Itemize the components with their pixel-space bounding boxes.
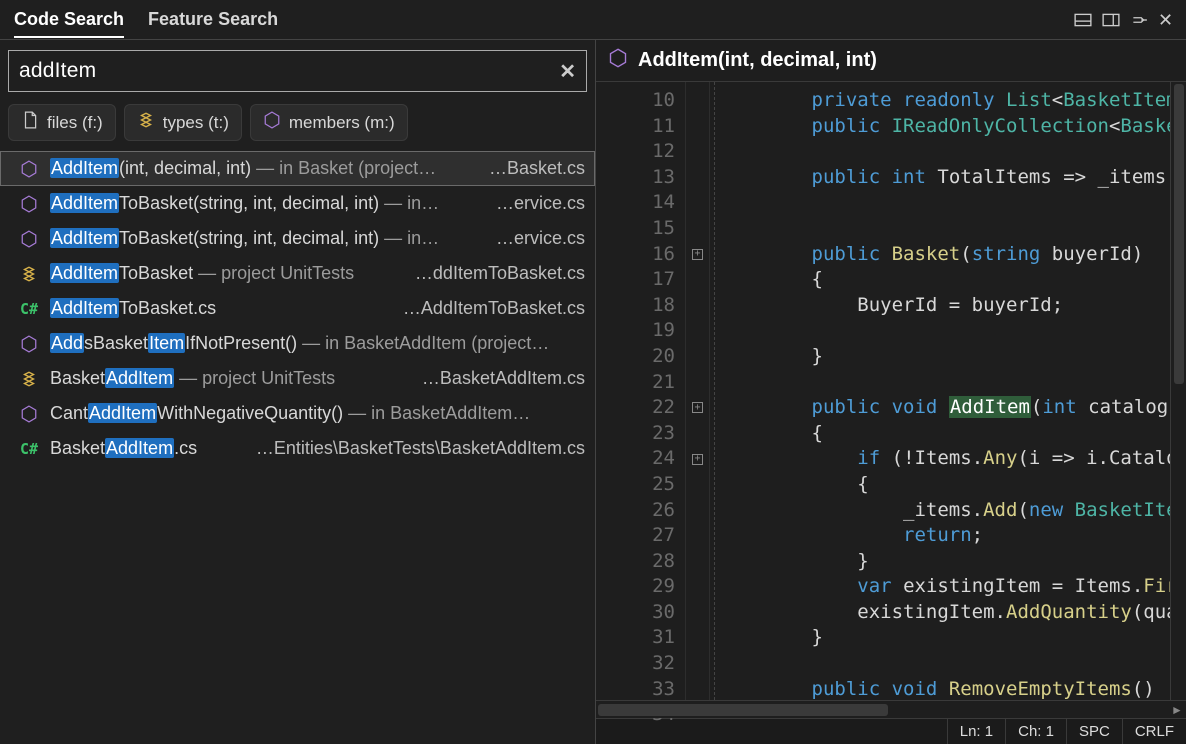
clear-search-icon[interactable]: ✕ xyxy=(549,59,586,84)
result-primary: CantAddItemWithNegativeQuantity() — in B… xyxy=(50,403,585,424)
result-primary: AddItemToBasket — project UnitTests xyxy=(50,263,391,284)
result-secondary: …Basket.cs xyxy=(489,158,585,179)
member-icon xyxy=(18,335,40,353)
member-icon xyxy=(18,405,40,423)
result-primary: AddItemToBasket.cs xyxy=(50,298,379,319)
result-row[interactable]: BasketAddItem — project UnitTests …Basket… xyxy=(0,361,595,396)
status-eol[interactable]: CRLF xyxy=(1122,719,1186,744)
preview-header: AddItem(int, decimal, int) xyxy=(596,40,1186,82)
filter-members-label: members (m:) xyxy=(289,113,395,133)
preview-pane: AddItem(int, decimal, int) 1011121314151… xyxy=(596,40,1186,744)
top-tabs: Code Search Feature Search xyxy=(8,2,278,38)
result-row[interactable]: AddItem(int, decimal, int) — in Basket (… xyxy=(0,151,595,186)
dock-bottom-icon[interactable] xyxy=(1072,9,1094,31)
result-primary: AddItem(int, decimal, int) — in Basket (… xyxy=(50,158,465,179)
main-split: ✕ files (f:) types (t:) members (m:) xyxy=(0,40,1186,744)
horizontal-scrollbar[interactable]: ◄ ► xyxy=(596,700,1186,718)
member-icon xyxy=(18,195,40,213)
filter-types[interactable]: types (t:) xyxy=(124,104,242,141)
result-row[interactable]: C# AddItemToBasket.cs …AddItemToBasket.cs xyxy=(0,291,595,326)
result-row[interactable]: AddItemToBasket(string, int, decimal, in… xyxy=(0,221,595,256)
type-icon xyxy=(137,111,155,134)
line-gutter: 1011121314151617181920212223242526272829… xyxy=(596,82,686,700)
search-input[interactable] xyxy=(9,59,549,83)
fold-toggle[interactable]: + xyxy=(686,395,709,421)
result-secondary: …ervice.cs xyxy=(496,193,585,214)
preview-title: AddItem(int, decimal, int) xyxy=(638,49,877,72)
filter-chips: files (f:) types (t:) members (m:) xyxy=(0,98,595,151)
result-row[interactable]: AddItemToBasket(string, int, decimal, in… xyxy=(0,186,595,221)
cs-icon: C# xyxy=(18,300,40,318)
window-buttons: ✕ xyxy=(1072,9,1178,31)
status-whitespace[interactable]: SPC xyxy=(1066,719,1122,744)
fold-gutter: + + + xyxy=(686,82,710,700)
code-view[interactable]: private readonly List<BasketItem> public… xyxy=(710,82,1170,700)
member-icon xyxy=(608,48,628,74)
result-primary: BasketAddItem — project UnitTests xyxy=(50,368,398,389)
member-icon xyxy=(18,230,40,248)
member-icon xyxy=(263,111,281,134)
results-list: AddItem(int, decimal, int) — in Basket (… xyxy=(0,151,595,744)
result-primary: AddItemToBasket(string, int, decimal, in… xyxy=(50,228,472,249)
search-box: ✕ xyxy=(8,50,587,92)
result-primary: AddsBasketItemIfNotPresent() — in Basket… xyxy=(50,333,585,354)
result-row[interactable]: C# BasketAddItem.cs …Entities\BasketTests\… xyxy=(0,431,595,466)
result-secondary: …AddItemToBasket.cs xyxy=(403,298,585,319)
dock-right-icon[interactable] xyxy=(1100,9,1122,31)
filter-files[interactable]: files (f:) xyxy=(8,104,116,141)
result-primary: BasketAddItem.cs xyxy=(50,438,232,459)
tab-feature-search[interactable]: Feature Search xyxy=(148,2,278,38)
status-col[interactable]: Ch: 1 xyxy=(1005,719,1066,744)
result-row[interactable]: AddsBasketItemIfNotPresent() — in Basket… xyxy=(0,326,595,361)
member-icon xyxy=(18,160,40,178)
result-secondary: …BasketAddItem.cs xyxy=(422,368,585,389)
pin-icon[interactable] xyxy=(1128,9,1150,31)
result-secondary: …ddItemToBasket.cs xyxy=(415,263,585,284)
result-row[interactable]: CantAddItemWithNegativeQuantity() — in B… xyxy=(0,396,595,431)
result-secondary: …Entities\BasketTests\BasketAddItem.cs xyxy=(256,438,585,459)
result-secondary: …ervice.cs xyxy=(496,228,585,249)
type-icon xyxy=(18,370,40,388)
result-row[interactable]: AddItemToBasket — project UnitTests …ddIt… xyxy=(0,256,595,291)
status-line[interactable]: Ln: 1 xyxy=(947,719,1005,744)
fold-toggle[interactable]: + xyxy=(686,242,709,268)
filter-types-label: types (t:) xyxy=(163,113,229,133)
title-bar: Code Search Feature Search ✕ xyxy=(0,0,1186,40)
search-pane: ✕ files (f:) types (t:) members (m:) xyxy=(0,40,596,744)
filter-members[interactable]: members (m:) xyxy=(250,104,408,141)
close-icon[interactable]: ✕ xyxy=(1156,9,1178,31)
result-primary: AddItemToBasket(string, int, decimal, in… xyxy=(50,193,472,214)
status-bar: Ln: 1 Ch: 1 SPC CRLF xyxy=(596,718,1186,744)
filter-files-label: files (f:) xyxy=(47,113,103,133)
tab-code-search[interactable]: Code Search xyxy=(14,2,124,38)
cs-icon: C# xyxy=(18,440,40,458)
type-icon xyxy=(18,265,40,283)
fold-toggle[interactable]: + xyxy=(686,446,709,472)
file-icon xyxy=(21,111,39,134)
code-area: 1011121314151617181920212223242526272829… xyxy=(596,82,1186,700)
vertical-scrollbar[interactable] xyxy=(1170,82,1186,700)
